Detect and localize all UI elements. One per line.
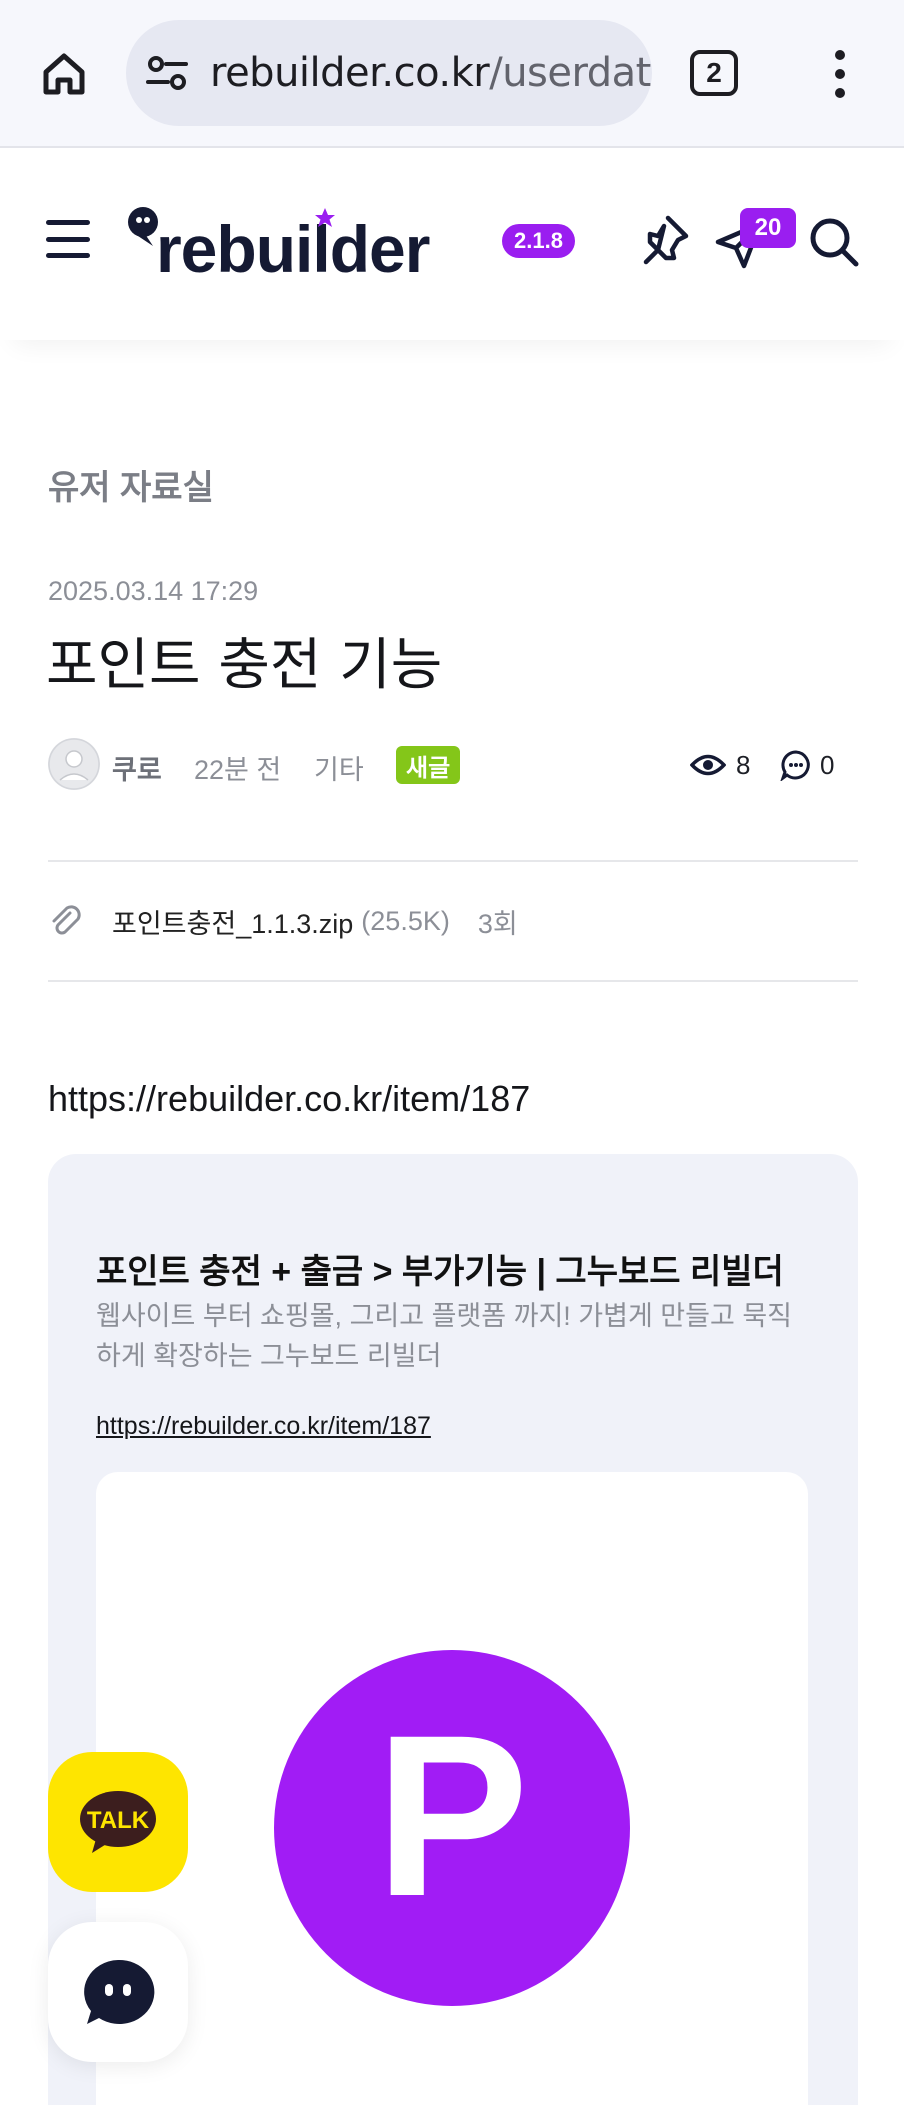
- address-bar[interactable]: rebuilder.co.kr/userdat: [126, 20, 652, 126]
- search-icon[interactable]: [808, 216, 860, 268]
- preview-image[interactable]: P: [96, 1472, 808, 2105]
- logo-text: rebuilder: [156, 212, 430, 282]
- attachment-file-size: (25.5K): [361, 905, 450, 936]
- attachment-file-name[interactable]: 포인트충전_1.1.3.zip: [112, 902, 353, 941]
- post-category[interactable]: 기타: [314, 748, 364, 787]
- post-meta: 쿠로 22분 전 기타 새글 8 0: [48, 738, 856, 790]
- version-text: 2.1.8: [514, 228, 563, 253]
- browser-toolbar: rebuilder.co.kr/userdat 2: [0, 0, 904, 148]
- comments-value: 0: [820, 749, 835, 780]
- post-date: 2025.03.14 17:29: [48, 576, 259, 606]
- post-title: 포인트 충전 기능: [46, 633, 443, 698]
- version-badge: 2.1.8: [502, 224, 575, 258]
- tab-count: 2: [706, 57, 722, 88]
- attachment-download-count: 3회: [477, 908, 518, 939]
- preview-description: 웹사이트 부터 쇼핑몰, 그리고 플랫폼 까지! 가볍게 만들고 묵직하게 확장…: [96, 1301, 793, 1371]
- divider: [48, 860, 858, 862]
- point-logo-letter: P: [375, 1687, 528, 1944]
- kakao-talk-button[interactable]: TALK: [48, 1752, 188, 1892]
- comment-icon: [780, 750, 810, 781]
- home-icon[interactable]: [36, 46, 92, 102]
- point-logo: P: [274, 1650, 630, 2006]
- board-name[interactable]: 유저 자료실: [48, 460, 214, 509]
- more-vert-icon[interactable]: [820, 50, 860, 98]
- author-name[interactable]: 쿠로: [112, 748, 162, 787]
- notifications-button[interactable]: 20: [712, 208, 804, 278]
- new-badge: 새글: [396, 746, 461, 784]
- preview-title[interactable]: 포인트 충전 + 출금 > 부가기능 | 그누보드 리빌더: [96, 1244, 816, 1293]
- post-body-link[interactable]: https://rebuilder.co.kr/item/187: [48, 1078, 530, 1120]
- url-host: rebuilder.co.kr: [210, 50, 490, 96]
- site-logo[interactable]: rebuilder: [126, 202, 471, 282]
- notification-count-badge: 20: [740, 208, 796, 248]
- kakao-talk-icon: TALK: [80, 1791, 156, 1853]
- avatar[interactable]: [48, 738, 100, 790]
- url-text: rebuilder.co.kr/userdat: [210, 50, 651, 96]
- tab-switcher-button[interactable]: 2: [690, 50, 738, 96]
- chat-button[interactable]: [48, 1922, 188, 2062]
- pin-icon[interactable]: [640, 214, 690, 268]
- time-ago: 22분 전: [194, 755, 282, 785]
- paperclip-icon: [52, 905, 81, 935]
- preview-url[interactable]: https://rebuilder.co.kr/item/187: [96, 1412, 431, 1441]
- attachment-row[interactable]: 포인트충전_1.1.3.zip (25.5K) 3회: [48, 896, 858, 946]
- site-header: rebuilder 2.1.8 20: [0, 150, 904, 340]
- notification-count: 20: [754, 214, 782, 241]
- view-count: 8: [690, 746, 750, 784]
- comment-count: 0: [780, 746, 834, 784]
- url-path: /userdat: [489, 50, 651, 96]
- tune-icon[interactable]: [144, 50, 190, 96]
- hamburger-icon[interactable]: [46, 220, 90, 258]
- chat-bubble-icon: [84, 1959, 155, 2024]
- divider: [48, 980, 858, 982]
- kakao-label: TALK: [87, 1807, 150, 1834]
- views-value: 8: [736, 749, 751, 780]
- eye-icon: [690, 754, 726, 776]
